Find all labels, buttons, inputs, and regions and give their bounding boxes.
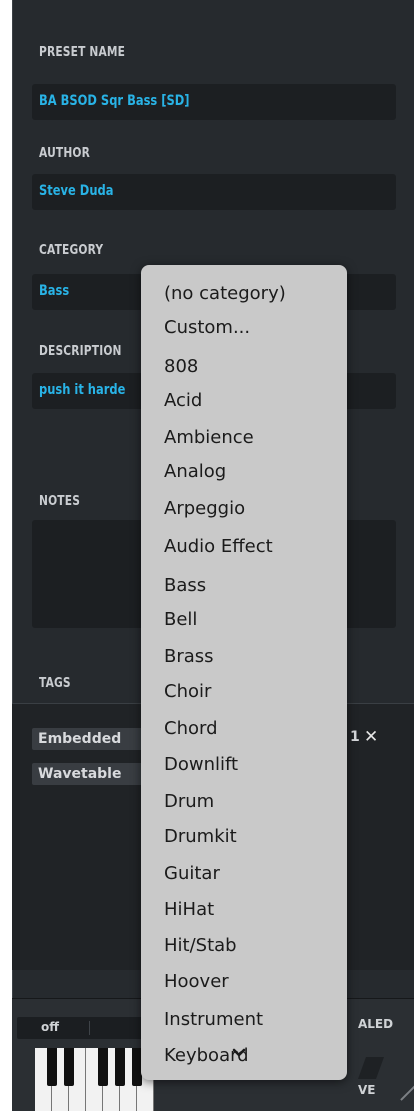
menu-item[interactable]: Brass <box>164 640 214 674</box>
black-key[interactable] <box>47 1048 57 1086</box>
menu-item[interactable]: Audio Effect <box>164 530 273 564</box>
menu-item[interactable]: Hit/Stab <box>164 929 237 963</box>
tag-count-text: 1 <box>350 729 360 745</box>
tag-embedded[interactable]: Embedded <box>32 728 158 750</box>
remove-tag-icon[interactable]: ✕ <box>364 727 378 747</box>
menu-item[interactable]: Arpeggio <box>164 492 245 526</box>
menu-item[interactable]: Guitar <box>164 857 220 891</box>
menu-item[interactable]: 808 <box>164 350 198 384</box>
chevron-down-icon[interactable] <box>230 1044 248 1062</box>
menu-item[interactable]: Bell <box>164 603 197 637</box>
menu-item[interactable]: Instrument <box>164 1003 263 1037</box>
category-dropdown-menu: (no category) Custom... 808 Acid Ambienc… <box>141 265 347 1080</box>
black-key[interactable] <box>64 1048 74 1086</box>
menu-item[interactable]: HiHat <box>164 893 214 927</box>
author-value: Steve Duda <box>39 183 114 199</box>
category-label: CATEGORY <box>39 243 104 258</box>
tags-label: TAGS <box>39 676 71 691</box>
author-field[interactable]: Steve Duda <box>32 174 396 210</box>
mode-select[interactable]: off <box>17 1017 145 1039</box>
menu-item[interactable]: Downlift <box>164 748 238 782</box>
description-value: push it harde <box>39 382 126 398</box>
menu-item[interactable]: Acid <box>164 384 202 418</box>
black-key[interactable] <box>98 1048 108 1086</box>
author-label: AUTHOR <box>39 146 91 161</box>
piano-keyboard[interactable] <box>35 1048 155 1111</box>
scaled-label: ALED <box>358 1017 394 1031</box>
preset-name-label: PRESET NAME <box>39 45 126 60</box>
tag-wavetable[interactable]: Wavetable <box>32 763 158 785</box>
menu-item[interactable]: Drum <box>164 785 214 819</box>
menu-item[interactable]: Bass <box>164 569 206 603</box>
menu-item[interactable]: Choir <box>164 675 211 709</box>
ve-label: VE <box>358 1083 376 1097</box>
notes-label: NOTES <box>39 494 81 509</box>
menu-item[interactable]: Chord <box>164 712 218 746</box>
menu-item[interactable]: Custom... <box>164 311 250 345</box>
mode-separator <box>89 1021 90 1035</box>
category-value: Bass <box>39 283 70 299</box>
mode-value: off <box>41 1020 59 1034</box>
black-key[interactable] <box>115 1048 125 1086</box>
menu-item[interactable]: Analog <box>164 455 226 489</box>
preset-name-field[interactable]: BA BSOD Sqr Bass [SD] <box>32 84 396 120</box>
description-label: DESCRIPTION <box>39 344 122 359</box>
menu-item[interactable]: (no category) <box>164 277 286 311</box>
menu-item[interactable]: Hoover <box>164 965 229 999</box>
menu-item[interactable]: Ambience <box>164 421 254 455</box>
menu-item[interactable]: Drumkit <box>164 820 237 854</box>
preset-name-value: BA BSOD Sqr Bass [SD] <box>39 93 190 109</box>
